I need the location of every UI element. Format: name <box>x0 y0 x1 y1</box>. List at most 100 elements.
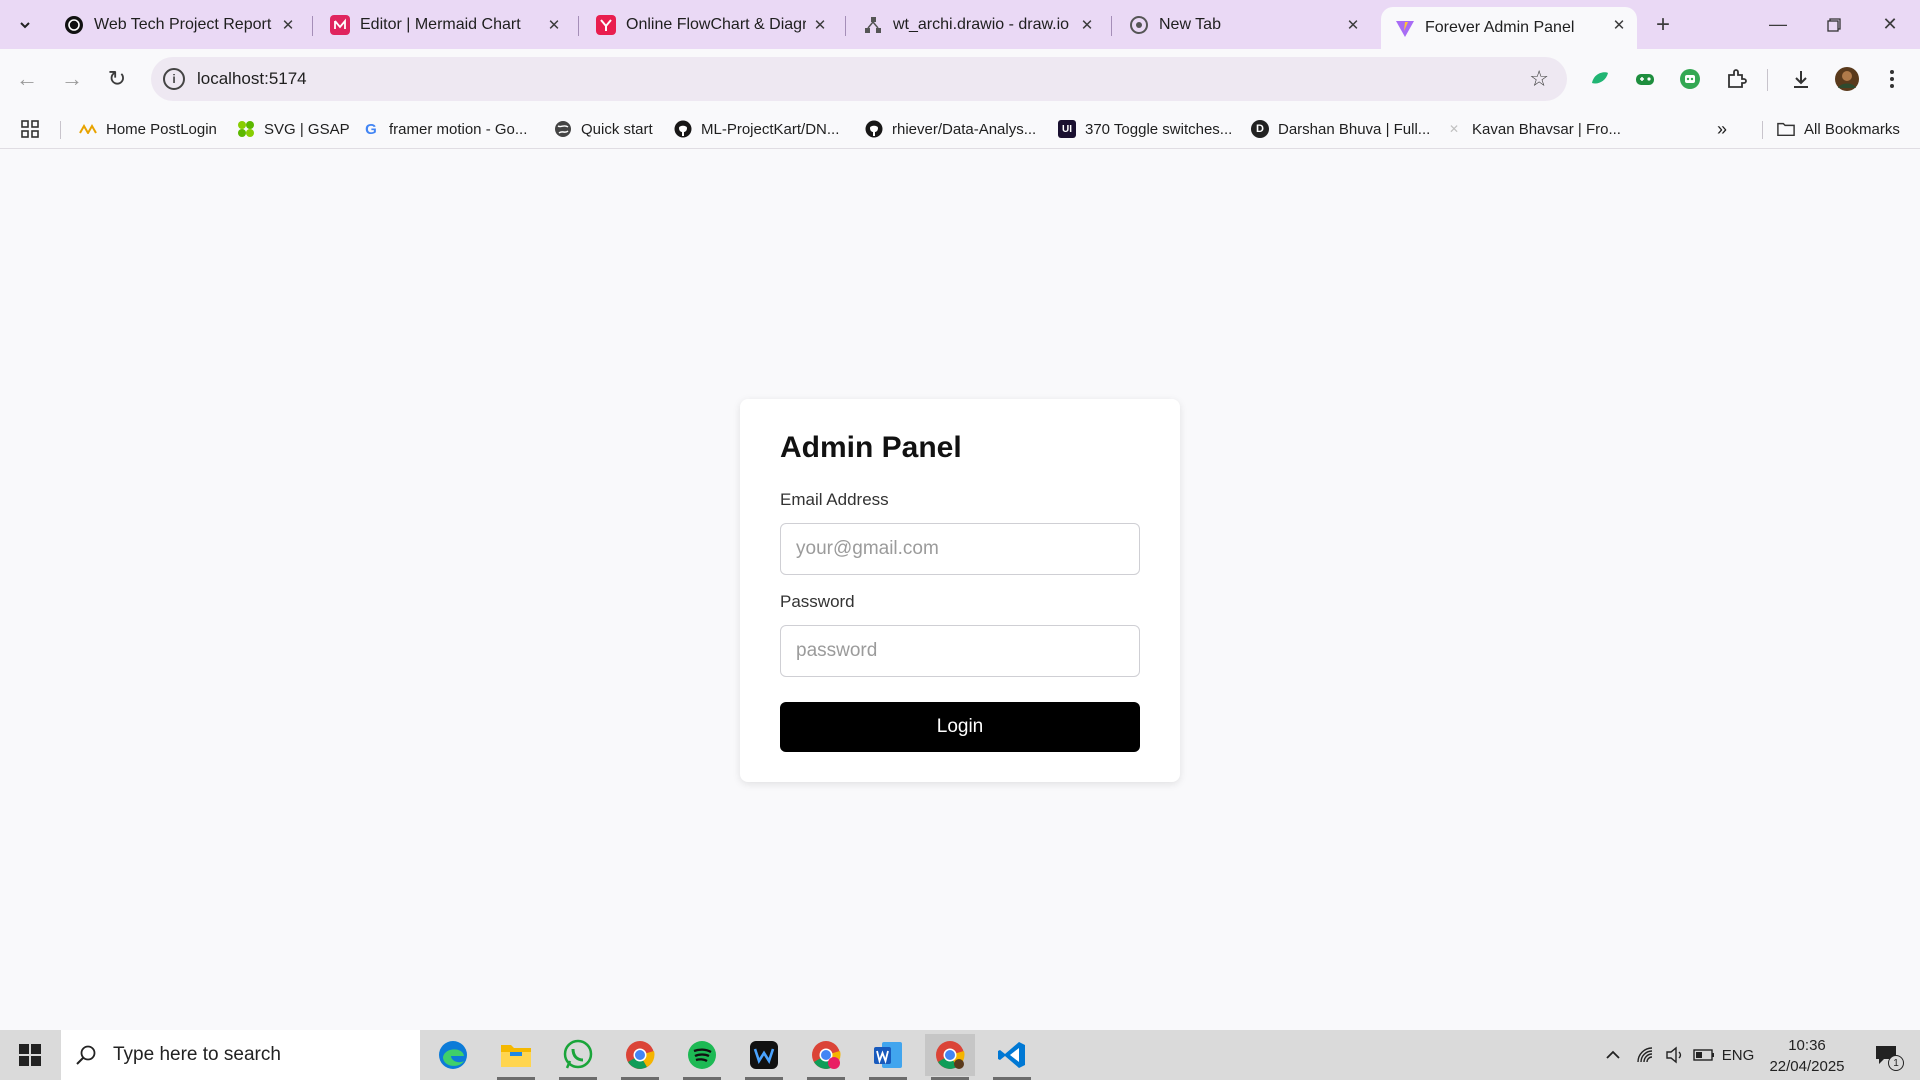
tab-title: wt_archi.drawio - draw.io <box>893 16 1070 33</box>
profile-avatar[interactable] <box>1832 64 1862 94</box>
bookmark-label: Quick start <box>581 120 653 138</box>
extension-robot-icon[interactable] <box>1675 64 1705 94</box>
browser-menu-button[interactable] <box>1877 64 1907 94</box>
page-title: Admin Panel <box>780 431 962 464</box>
tab-search-button[interactable] <box>10 10 40 40</box>
system-clock[interactable]: 10:36 22/04/2025 <box>1762 1035 1852 1077</box>
bookmark-quick-start[interactable]: Quick start <box>554 117 653 141</box>
new-tab-button[interactable]: + <box>1648 10 1678 40</box>
extension-gamepad-icon[interactable] <box>1630 64 1660 94</box>
bookmarks-bar: Home PostLogin SVG | GSAP G framer motio… <box>0 109 1920 149</box>
chevron-down-icon <box>20 22 30 29</box>
toolbar-divider <box>1767 69 1768 91</box>
chrome-icon <box>1129 15 1149 35</box>
all-bookmarks-button[interactable]: All Bookmarks <box>1777 117 1900 141</box>
bookmark-rhiever-data-analysis[interactable]: rhiever/Data-Analys... <box>865 117 1036 141</box>
browser-toolbar: ← → ↻ i localhost:5174 ☆ <box>0 49 1920 109</box>
forward-button[interactable]: → <box>55 62 89 96</box>
close-icon[interactable]: ✕ <box>544 15 564 35</box>
portfolio-d-icon: D <box>1251 120 1269 138</box>
windows-taskbar: Type here to search ENG 10:36 22/04/2025… <box>0 1030 1920 1080</box>
bookmark-star-icon[interactable]: ☆ <box>1529 66 1549 92</box>
taskbar-chrome-active[interactable] <box>925 1034 975 1080</box>
reload-icon: ↻ <box>107 66 127 91</box>
extensions-puzzle-icon[interactable] <box>1721 64 1751 94</box>
taskbar-whatsapp[interactable] <box>553 1034 603 1080</box>
uiverse-icon: UI <box>1058 120 1076 138</box>
login-button[interactable]: Login <box>780 702 1140 752</box>
close-icon[interactable]: ✕ <box>1343 15 1363 35</box>
bookmark-ml-projectkart[interactable]: ML-ProjectKart/DN... <box>674 117 839 141</box>
language-indicator[interactable]: ENG <box>1720 1030 1756 1080</box>
bookmark-label: ML-ProjectKart/DN... <box>701 120 840 138</box>
tab-mermaid-chart[interactable]: Editor | Mermaid Chart ✕ <box>316 7 572 43</box>
close-icon[interactable]: ✕ <box>278 15 298 35</box>
restore-icon <box>1827 17 1841 32</box>
close-window-button[interactable]: ✕ <box>1862 0 1918 49</box>
tab-new-tab[interactable]: New Tab ✕ <box>1115 7 1371 43</box>
taskbar-edge[interactable] <box>428 1034 478 1076</box>
double-chevron-right-icon: » <box>1717 118 1728 139</box>
bookmark-svg-gsap[interactable]: SVG | GSAP <box>237 117 350 141</box>
bookmark-toggle-switches[interactable]: UI 370 Toggle switches... <box>1058 117 1232 141</box>
minimize-button[interactable]: — <box>1750 0 1806 49</box>
extension-leaf-icon[interactable] <box>1585 64 1615 94</box>
password-label: Password <box>780 592 855 611</box>
bookmark-home-postlogin[interactable]: Home PostLogin <box>79 117 217 141</box>
bookmark-darshan-bhuva[interactable]: D Darshan Bhuva | Full... <box>1251 117 1430 141</box>
bookmark-kavan-bhavsar[interactable]: ✕ Kavan Bhavsar | Fro... <box>1445 117 1621 141</box>
taskbar-chrome[interactable] <box>615 1034 665 1080</box>
tab-title: New Tab <box>1159 16 1221 33</box>
battery-icon[interactable] <box>1690 1030 1718 1080</box>
download-icon[interactable] <box>1786 64 1816 94</box>
taskbar-warp[interactable] <box>739 1034 789 1080</box>
vscode-icon <box>998 1042 1025 1068</box>
close-icon[interactable]: ✕ <box>810 15 830 35</box>
site-info-icon[interactable]: i <box>163 68 185 90</box>
github-icon <box>865 120 883 138</box>
tab-divider <box>312 16 313 36</box>
plus-icon: + <box>1655 11 1670 38</box>
bookmark-framer-motion[interactable]: G framer motion - Go... <box>362 117 527 141</box>
start-button[interactable] <box>8 1030 52 1080</box>
apps-button[interactable] <box>20 117 40 141</box>
email-label: Email Address <box>780 490 889 509</box>
gsap-icon <box>237 120 255 138</box>
bookmark-label: 370 Toggle switches... <box>1085 120 1233 138</box>
network-icon[interactable] <box>1632 1030 1660 1080</box>
back-button[interactable]: ← <box>10 62 44 96</box>
address-bar[interactable]: i localhost:5174 ☆ <box>151 57 1567 101</box>
edge-icon <box>439 1041 467 1069</box>
show-hidden-icons-button[interactable] <box>1598 1030 1628 1080</box>
tab-drawio[interactable]: wt_archi.drawio - draw.io ✕ <box>849 7 1105 43</box>
taskbar-vscode[interactable] <box>987 1034 1037 1080</box>
taskbar-spotify[interactable] <box>677 1034 727 1080</box>
taskbar-chrome-profile[interactable] <box>801 1034 851 1080</box>
email-field[interactable] <box>780 523 1140 575</box>
login-card: Admin Panel Email Address Password Login <box>740 399 1180 782</box>
taskbar-search[interactable]: Type here to search <box>61 1030 420 1080</box>
close-icon[interactable]: ✕ <box>1609 15 1629 35</box>
tab-forever-admin-panel[interactable]: Forever Admin Panel ✕ <box>1381 7 1637 49</box>
close-icon[interactable]: ✕ <box>1077 15 1097 35</box>
portfolio-k-icon: ✕ <box>1448 122 1460 136</box>
tab-divider <box>1111 16 1112 36</box>
restore-button[interactable] <box>1806 0 1862 49</box>
windows-logo-icon <box>19 1044 41 1066</box>
taskbar-word[interactable] <box>863 1034 913 1080</box>
github-icon <box>674 120 692 138</box>
postlogin-icon <box>79 120 97 138</box>
password-field[interactable] <box>780 625 1140 677</box>
taskbar-file-explorer[interactable] <box>491 1034 541 1080</box>
page-content: Admin Panel Email Address Password Login <box>0 150 1920 1030</box>
arrow-right-icon: → <box>61 66 83 91</box>
folder-icon <box>1777 120 1795 138</box>
volume-icon[interactable] <box>1661 1030 1689 1080</box>
tab-online-flowchart[interactable]: Online FlowChart & Diagra ✕ <box>582 7 838 43</box>
tab-web-tech-project-report[interactable]: Web Tech Project Report ✕ <box>50 7 306 43</box>
notification-center-button[interactable]: 1 <box>1866 1030 1906 1080</box>
url-text[interactable]: localhost:5174 <box>197 69 307 89</box>
reload-button[interactable]: ↻ <box>100 62 134 96</box>
search-placeholder: Type here to search <box>113 1044 281 1065</box>
more-bookmarks-button[interactable]: » <box>1717 117 1727 141</box>
